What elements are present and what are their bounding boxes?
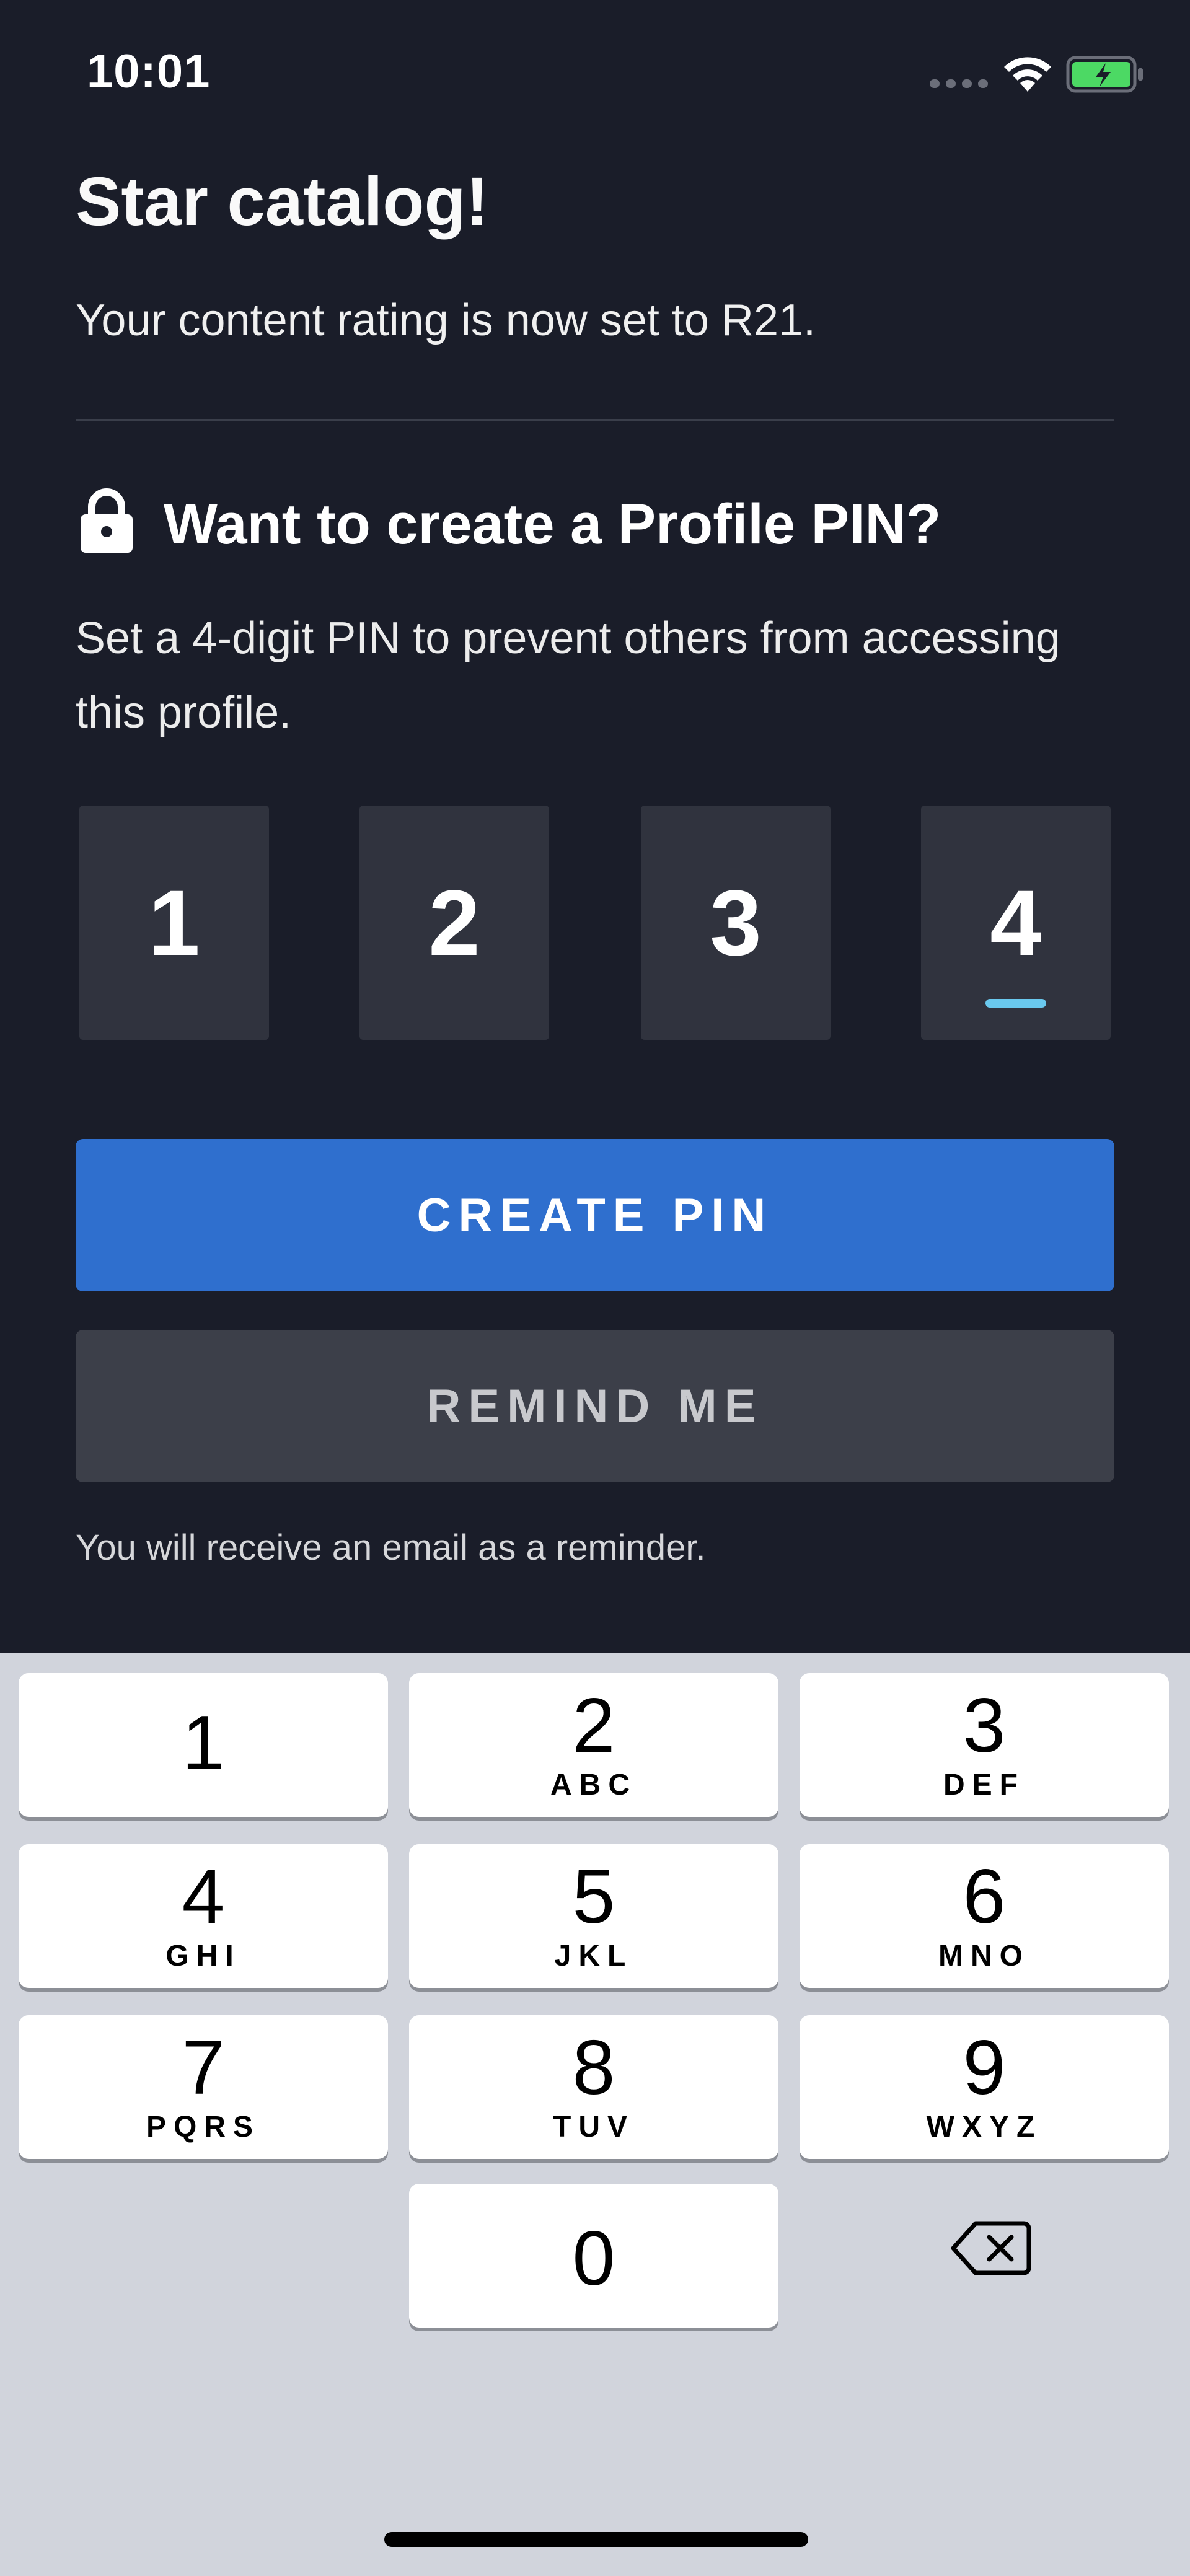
pin-prompt-description: Set a 4-digit PIN to prevent others from… — [76, 613, 1060, 737]
key-number: 9 — [963, 2025, 1006, 2111]
key-number: 0 — [572, 2216, 615, 2301]
remind-me-button[interactable]: REMIND ME — [76, 1330, 1114, 1482]
key-letters: ABC — [550, 1769, 637, 1801]
input-cursor — [985, 999, 1046, 1008]
pin-digit-value: 3 — [710, 870, 762, 975]
pin-digit-2[interactable]: 2 — [359, 806, 549, 1040]
lock-icon — [81, 488, 133, 553]
reminder-note: You will receive an email as a reminder. — [76, 1528, 706, 1568]
status-time: 10:01 — [87, 45, 211, 98]
pin-prompt-title: Want to create a Profile PIN? — [164, 493, 941, 556]
pin-digit-4[interactable]: 4 — [921, 806, 1111, 1040]
key-letters: JKL — [554, 1940, 633, 1972]
key-9[interactable]: 9 WXYZ — [800, 2015, 1169, 2159]
key-letters: DEF — [943, 1769, 1025, 1801]
key-letters: WXYZ — [926, 2111, 1042, 2143]
key-4[interactable]: 4 GHI — [19, 1844, 388, 1988]
key-7[interactable]: 7 PQRS — [19, 2015, 388, 2159]
key-number: 2 — [572, 1683, 615, 1769]
key-number: 8 — [572, 2025, 615, 2111]
cellular-signal-icon — [930, 79, 989, 88]
key-1[interactable]: 1 — [19, 1673, 388, 1817]
pin-digit-3[interactable]: 3 — [641, 806, 831, 1040]
pin-digit-value: 4 — [990, 870, 1042, 975]
battery-charging-icon — [1066, 56, 1143, 93]
key-number: 3 — [963, 1683, 1006, 1769]
key-3[interactable]: 3 DEF — [800, 1673, 1169, 1817]
key-2[interactable]: 2 ABC — [409, 1673, 778, 1817]
key-6[interactable]: 6 MNO — [800, 1844, 1169, 1988]
create-pin-button[interactable]: CREATE PIN — [76, 1139, 1114, 1291]
key-number: 4 — [182, 1854, 225, 1940]
key-letters: PQRS — [146, 2111, 261, 2143]
key-8[interactable]: 8 TUV — [409, 2015, 778, 2159]
page-title-partial: Star catalog! — [76, 164, 489, 240]
pin-digit-1[interactable]: 1 — [79, 806, 269, 1040]
wifi-icon — [1004, 57, 1051, 92]
pin-digit-value: 2 — [428, 870, 480, 975]
rating-message: Your content rating is now set to R21. — [76, 296, 816, 345]
key-number: 6 — [963, 1854, 1006, 1940]
key-number: 5 — [572, 1854, 615, 1940]
divider — [76, 419, 1114, 421]
home-indicator — [384, 2532, 808, 2547]
key-letters: TUV — [553, 2111, 635, 2143]
pin-digit-value: 1 — [148, 870, 200, 975]
key-0[interactable]: 0 — [409, 2184, 778, 2328]
key-letters: GHI — [165, 1940, 241, 1972]
key-letters: MNO — [938, 1940, 1030, 1972]
delete-backspace-icon[interactable] — [951, 2218, 1031, 2278]
key-number: 7 — [182, 2025, 225, 2111]
key-5[interactable]: 5 JKL — [409, 1844, 778, 1988]
key-number: 1 — [182, 1700, 225, 1786]
